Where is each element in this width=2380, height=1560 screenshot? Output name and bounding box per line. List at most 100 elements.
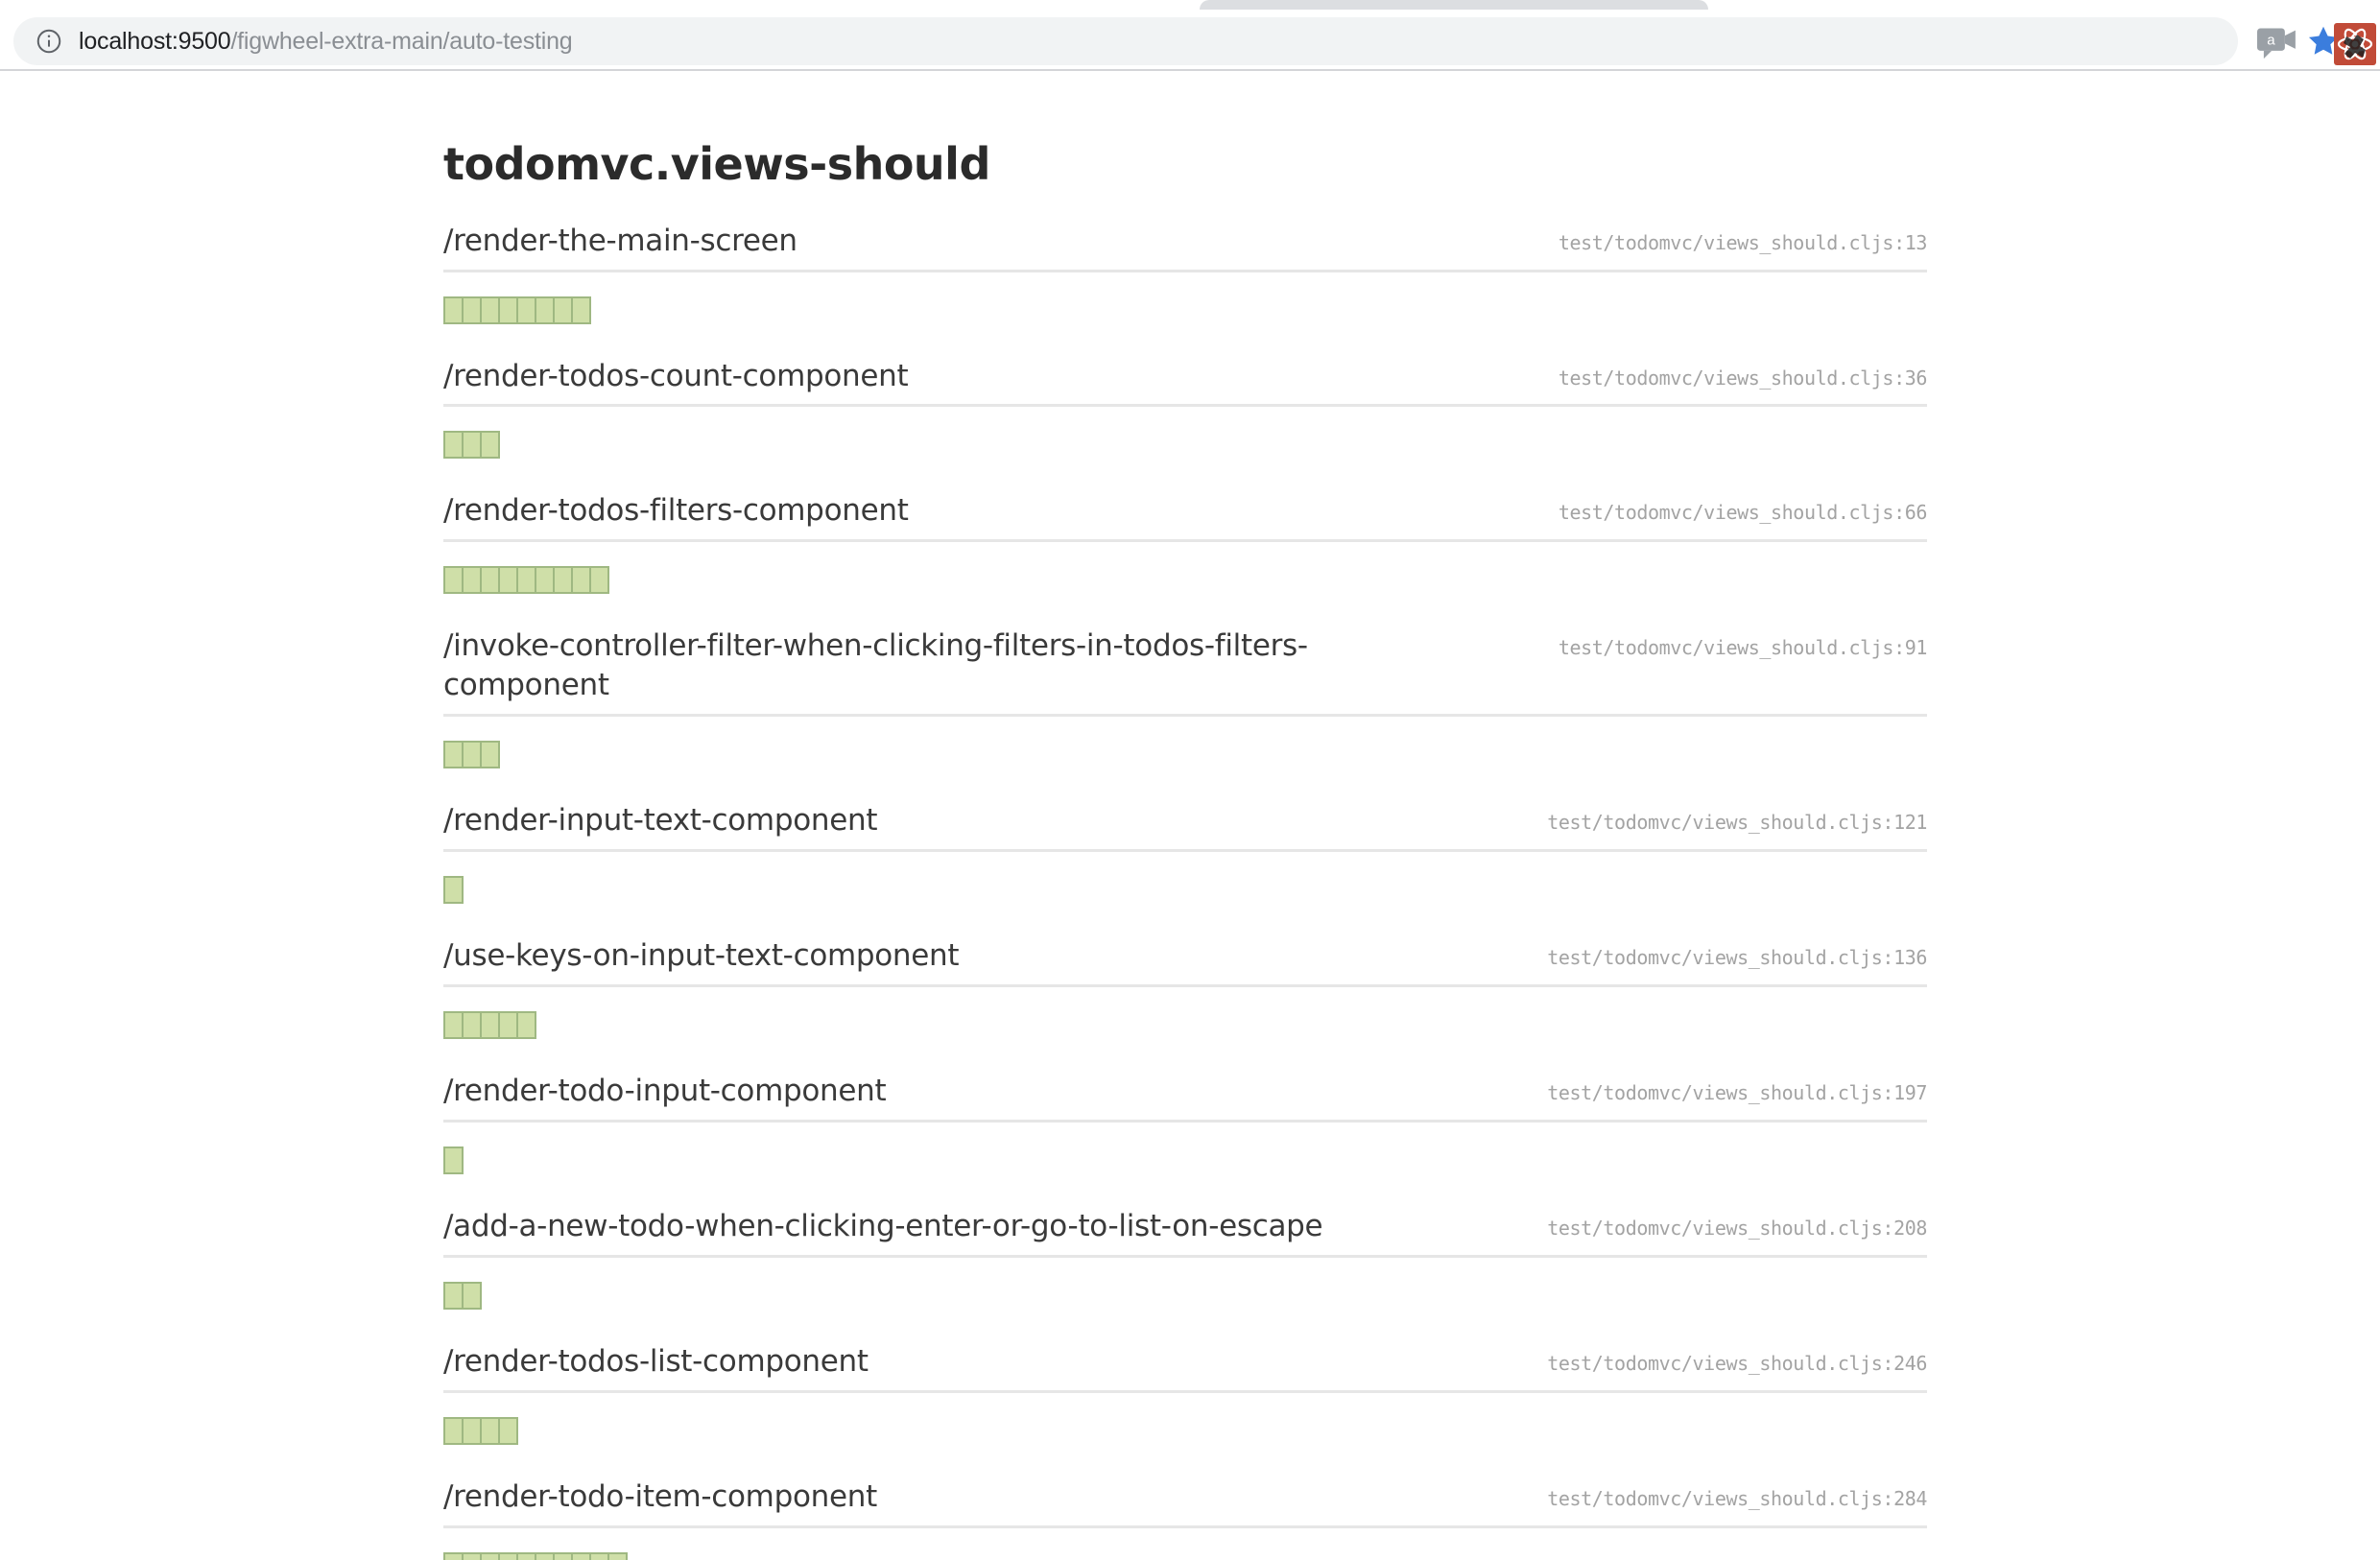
address-bar-url: localhost:9500/figwheel-extra-main/auto-… xyxy=(79,28,573,56)
test-block: /render-todo-item-component test/todomvc/… xyxy=(443,1445,1927,1560)
assertion-bar xyxy=(443,1146,1927,1174)
test-name: /add-a-new-todo-when-clicking-enter-or-g… xyxy=(443,1208,1323,1243)
assertion-bar xyxy=(443,1551,1927,1560)
test-source-location: test/todomvc/views_should.cljs:13 xyxy=(1558,230,1928,254)
assertion-bar xyxy=(443,431,1927,460)
page-title: todomvc.views-should xyxy=(443,138,990,190)
info-circle-icon[interactable] xyxy=(35,27,63,56)
test-header: /render-todo-item-component test/todomvc/… xyxy=(443,1477,1927,1528)
assertion-pass-box xyxy=(462,1416,482,1445)
test-name: /render-todos-list-component xyxy=(443,1343,869,1379)
test-source-location: test/todomvc/views_should.cljs:208 xyxy=(1547,1216,1927,1240)
test-name: /render-input-text-component xyxy=(443,803,878,839)
assertion-pass-box xyxy=(462,295,482,324)
assertion-pass-box xyxy=(462,1010,482,1039)
test-source-location: test/todomvc/views_should.cljs:284 xyxy=(1547,1486,1927,1510)
test-source-location: test/todomvc/views_should.cljs:246 xyxy=(1547,1351,1927,1375)
assertion-pass-box xyxy=(498,1416,518,1445)
assertion-pass-box xyxy=(589,1551,609,1560)
assertion-pass-box xyxy=(462,1551,482,1560)
assertion-bar xyxy=(443,1416,1927,1445)
assertion-pass-box xyxy=(480,741,500,769)
react-atom-icon[interactable] xyxy=(2334,23,2376,65)
test-header: /render-input-text-component test/todomvc… xyxy=(443,801,1927,853)
assertion-pass-box xyxy=(480,1551,500,1560)
test-name: /render-todo-input-component xyxy=(443,1073,887,1108)
address-bar[interactable]: localhost:9500/figwheel-extra-main/auto-… xyxy=(13,17,2238,65)
assertion-pass-box xyxy=(480,1010,500,1039)
assertion-pass-box xyxy=(571,295,591,324)
assertion-pass-box xyxy=(443,741,464,769)
assertion-pass-box xyxy=(443,876,464,905)
assertion-bar xyxy=(443,876,1927,905)
test-block: /use-keys-on-input-text-component test/to… xyxy=(443,904,1927,1039)
assertion-pass-box xyxy=(535,295,555,324)
assertion-pass-box xyxy=(462,431,482,460)
test-header: /add-a-new-todo-when-clicking-enter-or-g… xyxy=(443,1207,1927,1258)
svg-text:a: a xyxy=(2267,33,2275,49)
browser-tab[interactable] xyxy=(1200,0,1708,10)
test-block: /render-the-main-screen test/todomvc/view… xyxy=(443,189,1927,324)
assertion-pass-box xyxy=(516,1551,536,1560)
assertion-pass-box xyxy=(498,1010,518,1039)
test-source-location: test/todomvc/views_should.cljs:136 xyxy=(1547,946,1927,970)
test-name: /invoke-controller-filter-when-clicking-… xyxy=(443,628,1308,703)
assertion-pass-box xyxy=(571,1551,591,1560)
test-name: /render-todo-item-component xyxy=(443,1478,877,1514)
test-block: /render-todos-count-component test/todomv… xyxy=(443,324,1927,460)
assertion-pass-box xyxy=(498,295,518,324)
assertion-pass-box xyxy=(480,1416,500,1445)
assertion-pass-box xyxy=(443,1010,464,1039)
test-name: /render-the-main-screen xyxy=(443,223,797,258)
report-content: todomvc.views-should /render-the-main-sc… xyxy=(443,71,1927,1560)
test-name: /render-todos-count-component xyxy=(443,358,909,393)
assertion-pass-box xyxy=(480,431,500,460)
test-list: /render-the-main-screen test/todomvc/view… xyxy=(443,189,1927,1560)
assertion-pass-box xyxy=(498,1551,518,1560)
test-header: /render-todos-list-component test/todomvc… xyxy=(443,1342,1927,1393)
test-block: /render-todos-list-component test/todomvc… xyxy=(443,1310,1927,1445)
test-source-location: test/todomvc/views_should.cljs:36 xyxy=(1558,366,1928,390)
browser-toolbar: localhost:9500/figwheel-extra-main/auto-… xyxy=(0,10,2380,69)
assertion-pass-box xyxy=(553,1551,573,1560)
test-block: /render-todos-filters-component test/todo… xyxy=(443,459,1928,595)
assertion-pass-box xyxy=(571,566,591,595)
assertion-pass-box xyxy=(443,1416,464,1445)
assertion-pass-box xyxy=(462,1281,482,1310)
test-block: /render-input-text-component test/todomvc… xyxy=(443,768,1927,905)
assertion-pass-box xyxy=(553,566,573,595)
browser-chrome: localhost:9500/figwheel-extra-main/auto-… xyxy=(0,0,2380,71)
assertion-pass-box xyxy=(443,431,464,460)
test-report-page: todomvc.views-should /render-the-main-sc… xyxy=(0,71,2380,1560)
test-header: /invoke-controller-filter-when-clicking-… xyxy=(443,626,1928,718)
test-source-location: test/todomvc/views_should.cljs:121 xyxy=(1547,811,1927,835)
assertion-bar xyxy=(443,741,1927,769)
assertion-pass-box xyxy=(462,566,482,595)
test-block: /add-a-new-todo-when-clicking-enter-or-g… xyxy=(443,1174,1927,1310)
test-header: /use-keys-on-input-text-component test/to… xyxy=(443,936,1927,987)
test-source-location: test/todomvc/views_should.cljs:66 xyxy=(1558,501,1928,525)
test-block: /render-todo-input-component test/todomvc… xyxy=(443,1039,1927,1174)
assertion-pass-box xyxy=(516,566,536,595)
assertion-pass-box xyxy=(480,566,500,595)
assertion-pass-box xyxy=(443,1551,464,1560)
assertion-pass-box xyxy=(443,1146,464,1174)
assertion-pass-box xyxy=(498,566,518,595)
cast-icon[interactable]: a xyxy=(2257,27,2299,61)
assertion-pass-box xyxy=(553,295,573,324)
assertion-pass-box xyxy=(516,295,536,324)
assertion-pass-box xyxy=(443,566,464,595)
tab-strip xyxy=(0,0,2380,10)
assertion-pass-box xyxy=(535,1551,555,1560)
test-header: /render-the-main-screen test/todomvc/view… xyxy=(443,222,1927,272)
assertion-pass-box xyxy=(443,1281,464,1310)
assertion-pass-box xyxy=(607,1551,628,1560)
test-name: /use-keys-on-input-text-component xyxy=(443,938,960,974)
assertion-bar xyxy=(443,1010,1927,1039)
test-source-location: test/todomvc/views_should.cljs:197 xyxy=(1547,1080,1927,1104)
test-source-location: test/todomvc/views_should.cljs:91 xyxy=(1558,636,1928,660)
assertion-pass-box xyxy=(516,1010,536,1039)
assertion-bar xyxy=(443,295,1927,324)
test-header: /render-todos-count-component test/todomv… xyxy=(443,357,1927,408)
test-header: /render-todo-input-component test/todomvc… xyxy=(443,1072,1927,1123)
